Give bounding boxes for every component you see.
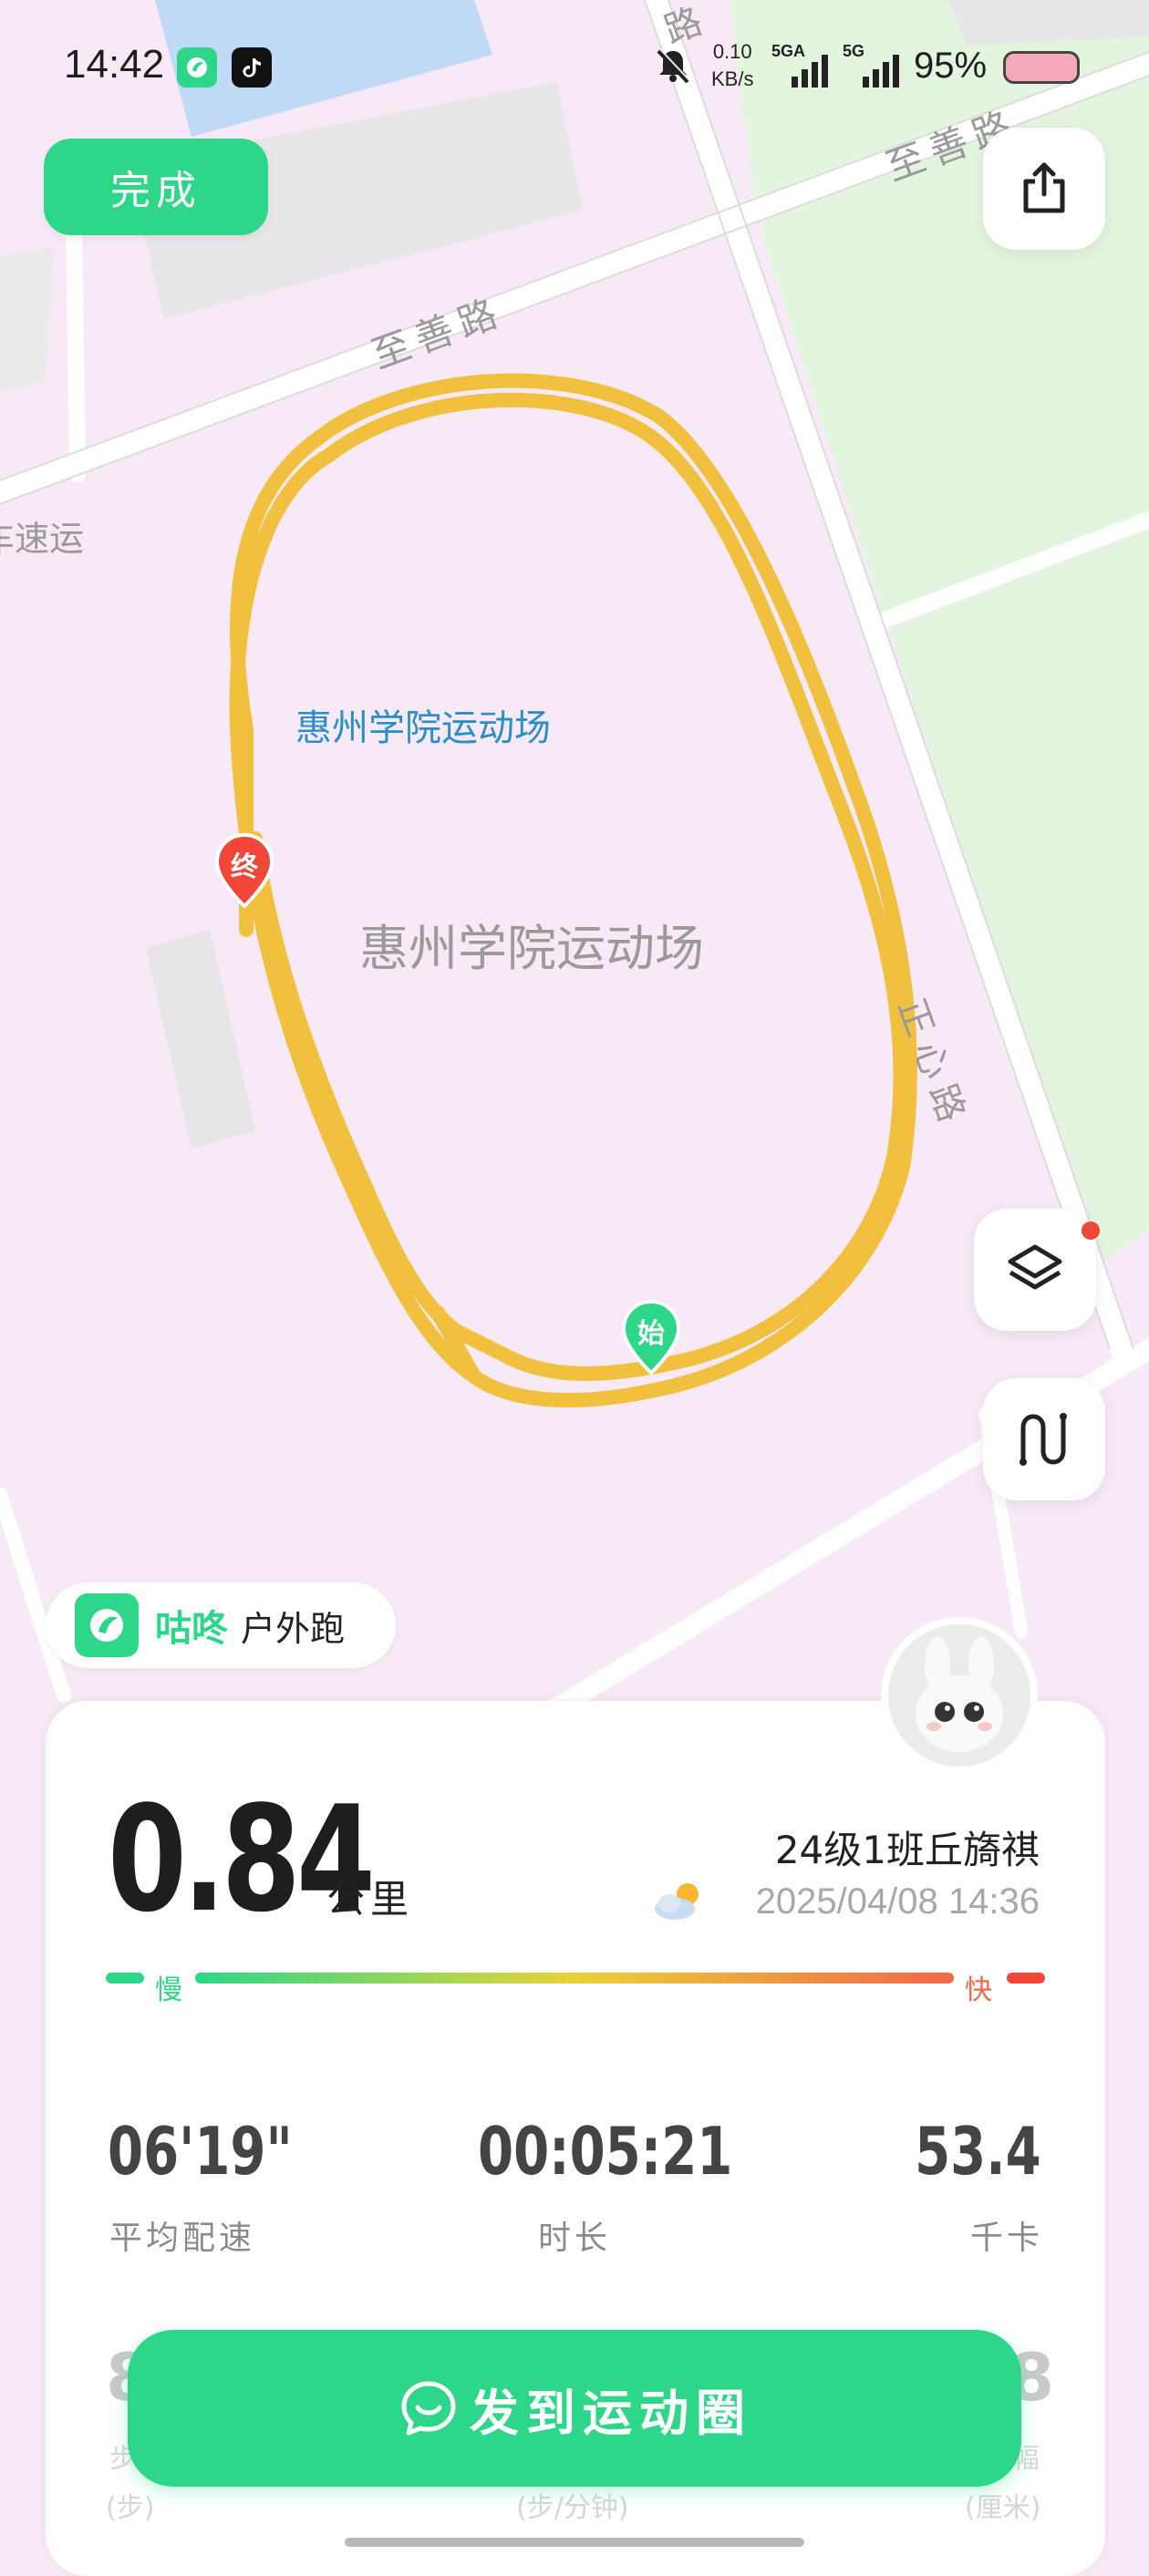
net-speed-value: 0.10	[712, 40, 752, 63]
end-marker[interactable]: 终	[214, 832, 274, 910]
net-speed-unit: KB/s	[711, 67, 754, 90]
post-to-moments-button[interactable]: 发到运动圈	[128, 2330, 1021, 2487]
route-playback-button[interactable]	[983, 1378, 1105, 1500]
slow-label: 慢	[155, 1974, 182, 2006]
venue-label-gray: 惠州学院运动场	[359, 920, 704, 977]
avg-pace-label: 平均配速	[109, 2220, 256, 2257]
signal-bars-icon	[863, 55, 899, 88]
activity-datetime: 2025/04/08 14:36	[755, 1881, 1040, 1922]
bunny-avatar-icon	[888, 1624, 1030, 1767]
sport-type: 户外跑	[241, 1608, 346, 1649]
start-marker[interactable]: 始	[621, 1299, 681, 1376]
duration-value: 00:05:21	[478, 2113, 733, 2190]
stride-unit: (厘米)	[965, 2492, 1041, 2524]
mute-bell-icon	[653, 46, 693, 86]
battery-icon	[1003, 51, 1080, 84]
gudong-logo-icon	[75, 1593, 139, 1657]
battery-percent: 95%	[914, 46, 988, 86]
layers-icon	[1008, 1244, 1062, 1290]
signal-5ga: 5GA	[771, 40, 835, 91]
avatar[interactable]	[881, 1617, 1038, 1774]
home-indicator[interactable]	[345, 2538, 804, 2547]
calories-label: 千卡	[969, 2220, 1043, 2257]
share-button[interactable]	[983, 128, 1105, 250]
partly-cloudy-icon	[651, 1880, 706, 1922]
steps-unit: (步)	[106, 2492, 155, 2524]
start-marker-label: 始	[637, 1318, 665, 1350]
duration-label: 时长	[538, 2220, 612, 2257]
venue-label-blue: 惠州学院运动场	[295, 707, 551, 749]
distance-unit: 公里	[326, 1877, 415, 1922]
layers-notification-dot	[1082, 1221, 1100, 1240]
end-marker-label: 终	[231, 851, 258, 883]
avg-pace-value: 06'19"	[108, 2113, 293, 2190]
signal-5g: 5G	[843, 40, 906, 91]
signal-bars-icon	[792, 55, 828, 88]
gudong-app-icon	[177, 47, 217, 88]
pace-color-bar	[106, 1973, 1045, 1984]
calories-value: 53.4	[915, 2113, 1041, 2190]
map-layers-button[interactable]	[974, 1209, 1096, 1331]
share-icon	[1023, 162, 1065, 213]
brand-pill: 咕咚 户外跑	[46, 1582, 396, 1668]
chat-smile-icon	[401, 2381, 456, 2436]
net-speed: 0.10 KB/s	[711, 38, 753, 93]
done-button[interactable]: 完成	[44, 139, 268, 235]
cadence-unit: (步/分钟)	[516, 2492, 629, 2524]
status-bar: 14:42 0.10 KB/s 5GA 5G 95%	[0, 0, 1149, 137]
tiktok-app-icon	[232, 47, 272, 88]
partial-place-label: 车速运	[0, 519, 85, 559]
fast-label: 快	[965, 1974, 992, 2006]
status-time: 14:42	[64, 42, 165, 87]
post-button-label: 发到运动圈	[470, 2384, 752, 2442]
route-icon	[1020, 1413, 1067, 1466]
user-name: 24级1班丘旖祺	[774, 1828, 1040, 1872]
brand-name: 咕咚	[155, 1608, 228, 1650]
